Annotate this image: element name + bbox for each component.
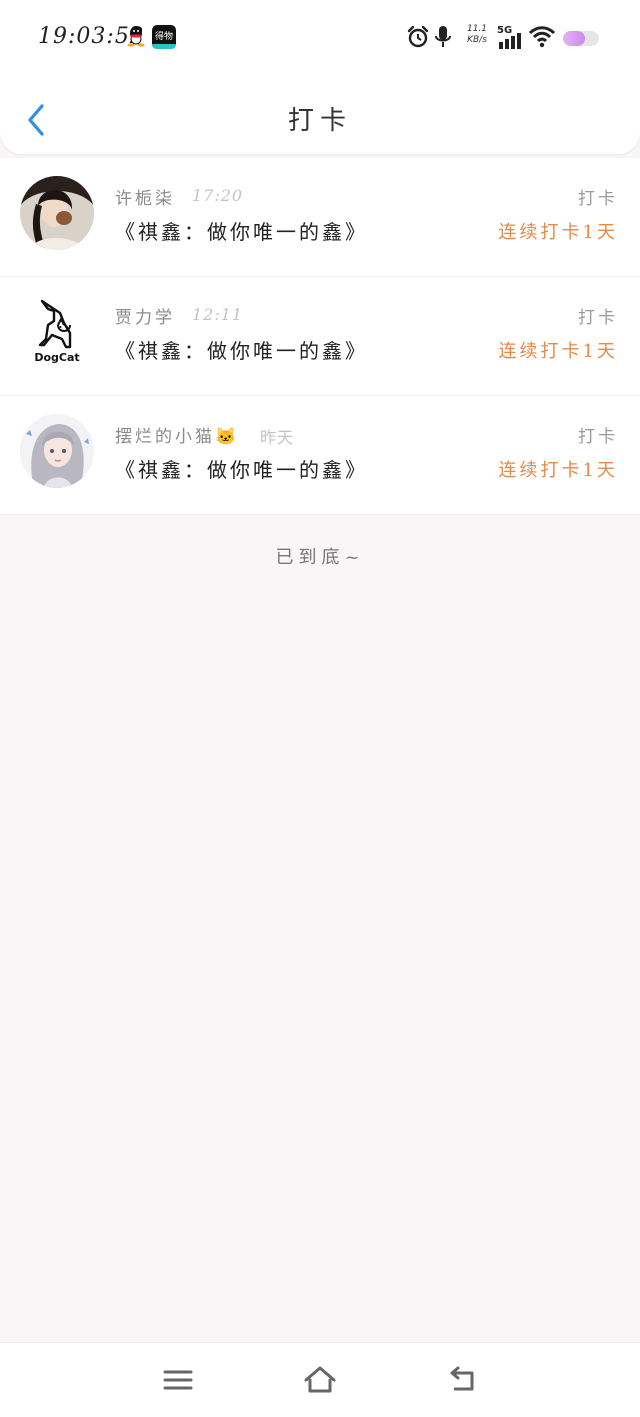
checkin-time: 昨天 xyxy=(260,428,295,447)
dewu-app-icon: 得物 xyxy=(152,25,176,49)
photo-avatar-image xyxy=(20,176,94,250)
status-bar: 19:03:52 得物 11.1 KB/s 5G xyxy=(0,0,640,76)
dewu-app-label: 得物 xyxy=(154,32,173,42)
cellular-signal-icon: 5G xyxy=(497,25,521,49)
checkin-action[interactable]: 打卡 xyxy=(578,422,618,447)
anime-girl-avatar-image xyxy=(20,414,94,488)
network-speed: 11.1 KB/s xyxy=(464,24,490,46)
wifi-icon xyxy=(528,26,556,48)
page-title: 打卡 xyxy=(287,106,352,136)
checkin-time: 12:11 xyxy=(192,305,244,324)
member-name: 贾力学 xyxy=(115,308,175,328)
avatar[interactable]: DogCat xyxy=(20,295,94,369)
member-name: 许栀柒 xyxy=(115,189,175,209)
dogcat-logo-text: DogCat xyxy=(34,351,79,364)
microphone-icon xyxy=(435,26,451,47)
streak-label: 连续打卡1天 xyxy=(498,222,618,243)
streak-label: 连续打卡1天 xyxy=(498,341,618,362)
header: 打卡 xyxy=(0,86,640,154)
network-speed-unit: KB/s xyxy=(467,35,487,45)
list-item[interactable]: DogCat 贾力学 12:11 《祺鑫：做你唯一的鑫》 打卡 连续打卡1天 xyxy=(0,277,640,396)
battery-indicator xyxy=(563,31,599,46)
menu-icon[interactable] xyxy=(160,1363,196,1397)
alarm-icon xyxy=(407,25,429,48)
checkin-message: 《祺鑫：做你唯一的鑫》 xyxy=(115,458,368,482)
network-type: 5G xyxy=(497,25,512,36)
battery-level xyxy=(563,31,585,46)
checkin-action[interactable]: 打卡 xyxy=(578,303,618,328)
checkin-action[interactable]: 打卡 xyxy=(578,184,618,209)
qq-icon xyxy=(127,26,145,47)
list-item[interactable]: 许栀柒 17:20 《祺鑫：做你唯一的鑫》 打卡 连续打卡1天 xyxy=(0,158,640,277)
end-of-list-text: 已到底~ xyxy=(275,547,365,568)
home-icon[interactable] xyxy=(302,1363,338,1397)
checkin-time: 17:20 xyxy=(192,186,244,205)
streak-label: 连续打卡1天 xyxy=(498,460,618,481)
checkin-message: 《祺鑫：做你唯一的鑫》 xyxy=(115,339,368,363)
checkin-page: 19:03:52 得物 11.1 KB/s 5G 打卡 许栀柒 17:20 《祺… xyxy=(0,0,640,1417)
avatar[interactable] xyxy=(20,414,94,488)
checkin-message: 《祺鑫：做你唯一的鑫》 xyxy=(115,220,368,244)
system-navigation-bar xyxy=(0,1342,640,1417)
checkin-list: 许栀柒 17:20 《祺鑫：做你唯一的鑫》 打卡 连续打卡1天 DogCat 贾… xyxy=(0,158,640,515)
list-item[interactable]: 摆烂的小猫🐱 昨天 《祺鑫：做你唯一的鑫》 打卡 连续打卡1天 xyxy=(0,396,640,515)
dogcat-logo-icon: DogCat xyxy=(20,295,94,369)
top-panel: 19:03:52 得物 11.1 KB/s 5G 打卡 xyxy=(0,0,640,154)
avatar[interactable] xyxy=(20,176,94,250)
member-name: 摆烂的小猫🐱 xyxy=(115,427,240,447)
network-speed-value: 11.1 xyxy=(466,24,488,34)
back-icon[interactable] xyxy=(444,1363,480,1397)
